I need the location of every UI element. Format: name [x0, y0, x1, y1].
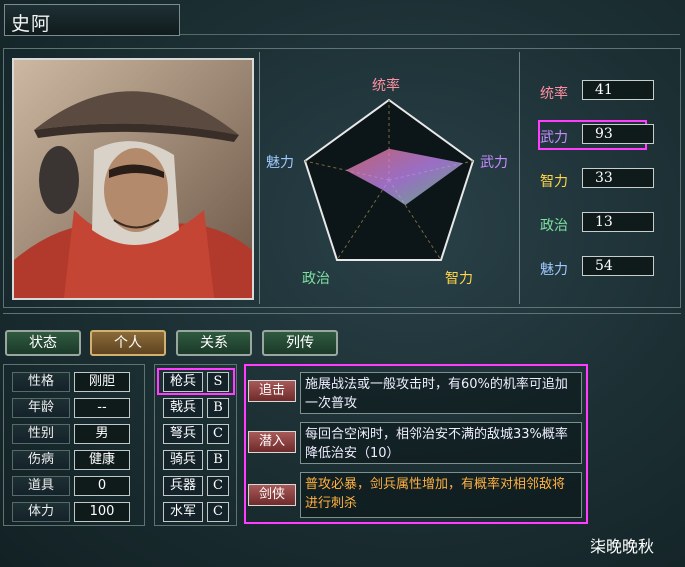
stat-row-lead: 统率 41	[540, 80, 660, 104]
info-value: 100	[74, 502, 130, 522]
stat-value: 54	[582, 256, 654, 276]
stat-label: 武力	[540, 130, 568, 146]
stat-value: 13	[582, 212, 654, 232]
skill-name[interactable]: 追击	[248, 380, 296, 402]
radar-chart	[303, 98, 475, 261]
troop-grade: C	[207, 502, 229, 522]
portrait-image	[14, 60, 252, 298]
skill-description: 每回合空闲时，相邻治安不满的敌城33%概率降低治安（10）	[300, 422, 582, 464]
info-label: 性别	[12, 424, 70, 444]
info-value: --	[74, 398, 130, 418]
stat-row-war: 武力 93	[540, 124, 660, 148]
stat-row-pol: 政治 13	[540, 212, 660, 236]
info-label: 伤病	[12, 450, 70, 470]
info-label: 体力	[12, 502, 70, 522]
info-value: 男	[74, 424, 130, 444]
stat-label: 魅力	[540, 262, 568, 278]
skill-description: 普攻必暴，剑兵属性增加，有概率对相邻敌将进行刺杀	[300, 472, 582, 518]
highlight-box	[157, 368, 235, 395]
troop-label: 水军	[163, 502, 203, 522]
divider	[519, 52, 520, 304]
portrait	[12, 58, 254, 300]
tab-biography[interactable]: 列传	[262, 330, 338, 356]
info-value: 0	[74, 476, 130, 496]
troop-grade: B	[207, 398, 229, 418]
info-label: 道具	[12, 476, 70, 496]
stat-value: 93	[582, 124, 654, 144]
stat-label: 政治	[540, 218, 568, 234]
stat-label: 统率	[540, 86, 568, 102]
divider	[259, 52, 260, 304]
divider	[180, 34, 680, 35]
stat-value: 41	[582, 80, 654, 100]
info-label: 年龄	[12, 398, 70, 418]
watermark: 柒晚晚秋	[590, 537, 655, 556]
stat-row-cha: 魅力 54	[540, 256, 660, 280]
radar-label-war: 武力	[480, 155, 508, 171]
skill-name[interactable]: 潜入	[248, 431, 296, 453]
tab-status[interactable]: 状态	[5, 330, 81, 356]
troop-label: 弩兵	[163, 424, 203, 444]
info-value: 刚胆	[74, 372, 130, 392]
tab-personal[interactable]: 个人	[90, 330, 166, 356]
radar-label-pol: 政治	[302, 271, 330, 287]
stat-label: 智力	[540, 174, 568, 190]
name-plate: 史阿	[4, 4, 180, 36]
info-label: 性格	[12, 372, 70, 392]
character-screen: 史阿 统率 武力 智力 政治 魅力 统率 41 武力 93 智力 33 政治 1…	[0, 0, 685, 567]
troop-grade: C	[207, 424, 229, 444]
tab-relations[interactable]: 关系	[176, 330, 252, 356]
stat-value: 33	[582, 168, 654, 188]
info-value: 健康	[74, 450, 130, 470]
skill-name[interactable]: 剑侠	[248, 484, 296, 506]
radar-label-cha: 魅力	[266, 155, 294, 171]
radar-label-lead: 统率	[372, 78, 400, 94]
troop-grade: B	[207, 450, 229, 470]
troop-label: 戟兵	[163, 398, 203, 418]
troop-label: 兵器	[163, 476, 203, 496]
divider	[3, 313, 681, 314]
skill-description: 施展战法或一般攻击时，有60%的机率可追加一次普攻	[300, 372, 582, 414]
character-name: 史阿	[11, 13, 52, 35]
stat-row-int: 智力 33	[540, 168, 660, 192]
troop-grade: C	[207, 476, 229, 496]
radar-label-int: 智力	[445, 271, 473, 287]
troop-label: 骑兵	[163, 450, 203, 470]
